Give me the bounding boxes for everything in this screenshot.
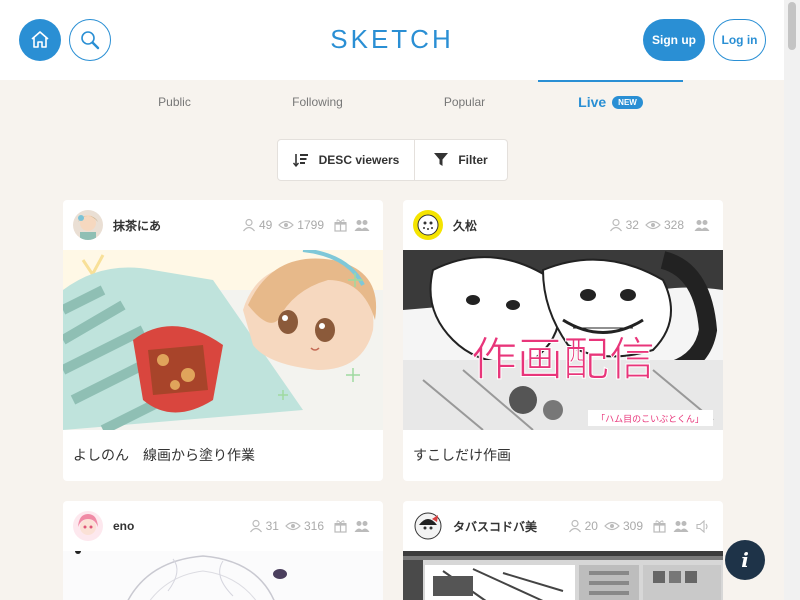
group-icon (354, 520, 370, 532)
card-stats: 20 309 (568, 501, 713, 551)
card-stats: 32 328 (609, 200, 713, 250)
tab-following[interactable]: Following (245, 80, 390, 124)
gift-icon (653, 519, 666, 533)
view-count: 328 (663, 218, 684, 232)
viewer-count: 49 (258, 218, 273, 232)
username[interactable]: 抹茶にあ (113, 200, 161, 250)
login-button[interactable]: Log in (713, 19, 766, 61)
stream-thumbnail[interactable] (63, 250, 383, 430)
card-stats: 31 316 (249, 501, 373, 551)
group-icon (673, 520, 689, 532)
viewer-count: 32 (625, 218, 639, 232)
speaker-icon (696, 519, 708, 533)
group-icon (354, 219, 370, 231)
thumbnail-caption: 作画配信 (471, 332, 655, 386)
eye-icon (604, 521, 620, 531)
sort-descending-icon (292, 154, 308, 167)
username[interactable]: eno (113, 501, 134, 551)
sort-filter-bar: DESC viewers Filter (277, 139, 508, 181)
live-card[interactable]: eno 31 316 (63, 501, 383, 600)
card-header: 久松 32 328 (403, 200, 723, 250)
view-count: 316 (303, 519, 324, 533)
gift-icon (334, 218, 347, 232)
avatar[interactable] (73, 210, 103, 240)
avatar[interactable] (413, 210, 443, 240)
stream-title[interactable]: よしのん 線画から塗り作業 (63, 430, 383, 480)
filter-button[interactable]: Filter (415, 140, 507, 180)
user-icon (242, 218, 255, 232)
username[interactable]: タバスコドバ美 (453, 501, 537, 551)
stream-title[interactable]: すこしだけ作画 (403, 430, 723, 480)
live-card[interactable]: 久松 32 328 作画配信 「ハム目のこいぶとくん」 すこしだけ作画 (403, 200, 723, 481)
tab-live[interactable]: Live NEW (538, 80, 683, 124)
info-button[interactable]: i (725, 540, 765, 580)
username[interactable]: 久松 (453, 200, 477, 250)
tab-public[interactable]: Public (102, 80, 247, 124)
view-count: 309 (622, 519, 643, 533)
sort-button[interactable]: DESC viewers (278, 140, 415, 180)
page-scrollbar[interactable] (784, 0, 800, 600)
viewer-count: 20 (584, 519, 598, 533)
tab-bar: Public Following Popular Live NEW (0, 80, 784, 124)
eye-icon (285, 521, 301, 531)
card-header: 抹茶にあ 49 1799 (63, 200, 383, 250)
user-icon (249, 519, 262, 533)
avatar[interactable] (73, 511, 103, 541)
eye-icon (278, 220, 295, 230)
filter-icon (434, 153, 449, 166)
scrollbar-thumb[interactable] (788, 2, 796, 50)
card-header: タバスコドバ美 20 309 (403, 501, 723, 551)
gift-icon (334, 519, 347, 533)
viewer-count: 31 (265, 519, 279, 533)
user-icon (568, 519, 581, 533)
new-badge: NEW (612, 95, 643, 109)
card-stats: 49 1799 (242, 200, 373, 250)
group-icon (694, 219, 710, 231)
stream-thumbnail[interactable]: 作画配信 「ハム目のこいぶとくん」 (403, 250, 723, 430)
user-icon (609, 218, 622, 232)
live-card[interactable]: タバスコドバ美 20 309 (403, 501, 723, 600)
stream-thumbnail[interactable] (403, 551, 723, 600)
thumbnail-subcaption: 「ハム目のこいぶとくん」 (596, 414, 704, 425)
avatar[interactable] (413, 511, 443, 541)
live-card[interactable]: 抹茶にあ 49 1799 よしのん 線画から塗り作業 (63, 200, 383, 481)
stream-thumbnail[interactable] (63, 551, 383, 600)
eye-icon (645, 220, 661, 230)
card-header: eno 31 316 (63, 501, 383, 551)
site-header: SKETCH Sign up Log in (0, 0, 784, 80)
signup-button[interactable]: Sign up (643, 19, 705, 61)
view-count: 1799 (297, 218, 324, 232)
tab-popular[interactable]: Popular (392, 80, 537, 124)
